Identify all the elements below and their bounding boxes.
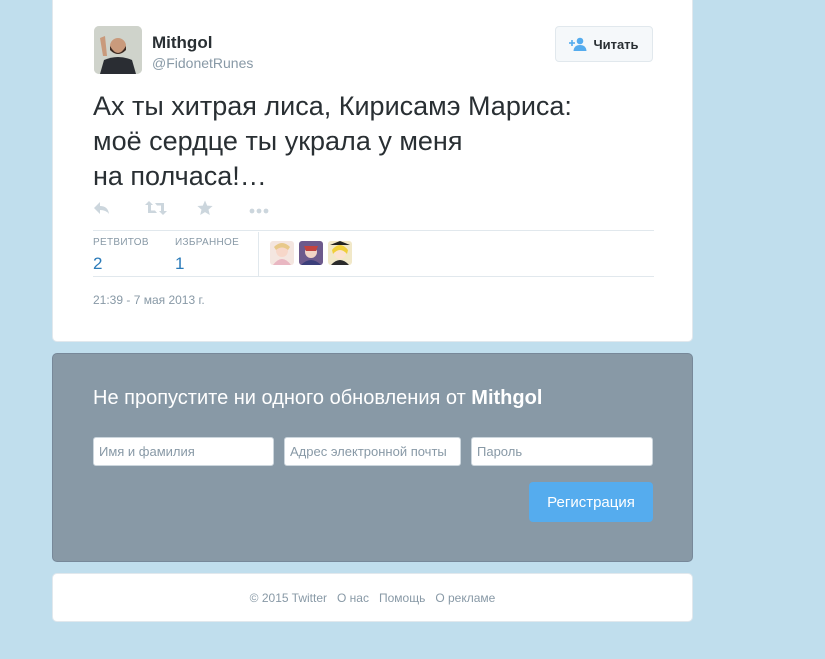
- follow-button[interactable]: Читать: [555, 26, 653, 62]
- reply-icon: [93, 201, 111, 220]
- email-field[interactable]: [284, 437, 461, 466]
- signup-title: Не пропустите ни одного обновления от Mi…: [93, 387, 542, 410]
- footer-link-ads[interactable]: О рекламе: [435, 591, 495, 605]
- tweet-timestamp[interactable]: 21:39 - 7 мая 2013 г.: [93, 293, 205, 307]
- favoriter-avatar[interactable]: [328, 241, 352, 265]
- retweet-icon: [145, 200, 167, 220]
- reply-button[interactable]: [93, 199, 145, 221]
- favoriter-avatar[interactable]: [270, 241, 294, 265]
- author-avatar[interactable]: [94, 26, 142, 74]
- author-name[interactable]: Mithgol: [152, 33, 212, 53]
- add-user-icon: [569, 37, 587, 51]
- favorite-icon: [197, 200, 213, 221]
- stats-separator: [258, 232, 259, 276]
- signup-title-user: Mithgol: [471, 387, 543, 409]
- favorites-label: ИЗБРАННОЕ: [175, 237, 240, 248]
- favorites-stat[interactable]: ИЗБРАННОЕ 1: [175, 237, 239, 274]
- more-button[interactable]: [249, 199, 301, 221]
- author-handle[interactable]: @FidonetRunes: [152, 55, 253, 71]
- tweet-text: Ах ты хитрая лиса, Кирисамэ Мариса: моё …: [93, 91, 572, 191]
- favoriters-avatars: [270, 241, 357, 265]
- signup-button[interactable]: Регистрация: [529, 482, 653, 522]
- follow-label: Читать: [593, 36, 639, 52]
- retweets-label: РЕТВИТОВ: [93, 237, 149, 248]
- footer-copyright: © 2015 Twitter: [249, 590, 327, 605]
- retweets-stat[interactable]: РЕТВИТОВ 2: [93, 237, 149, 274]
- stats-bottom-divider: [93, 276, 654, 277]
- retweets-count: 2: [93, 254, 103, 273]
- tweet-card: Mithgol @FidonetRunes Читать Ах ты хитра…: [52, 0, 693, 342]
- name-field[interactable]: [93, 437, 274, 466]
- footer-link-help[interactable]: Помощь: [379, 591, 425, 605]
- favoriter-avatar[interactable]: [299, 241, 323, 265]
- tweet-actions: [93, 199, 301, 221]
- favorites-count: 1: [175, 254, 185, 273]
- signup-panel: Не пропустите ни одного обновления от Mi…: [52, 353, 693, 562]
- footer: © 2015 Twitter О нас Помощь О рекламе: [52, 573, 693, 622]
- retweet-button[interactable]: [145, 199, 197, 221]
- more-icon: [249, 201, 269, 219]
- favorite-button[interactable]: [197, 199, 249, 221]
- footer-link-about[interactable]: О нас: [337, 591, 369, 605]
- stats-top-divider: [93, 230, 654, 231]
- signup-title-text: Не пропустите ни одного обновления от: [93, 387, 472, 409]
- password-field[interactable]: [471, 437, 653, 466]
